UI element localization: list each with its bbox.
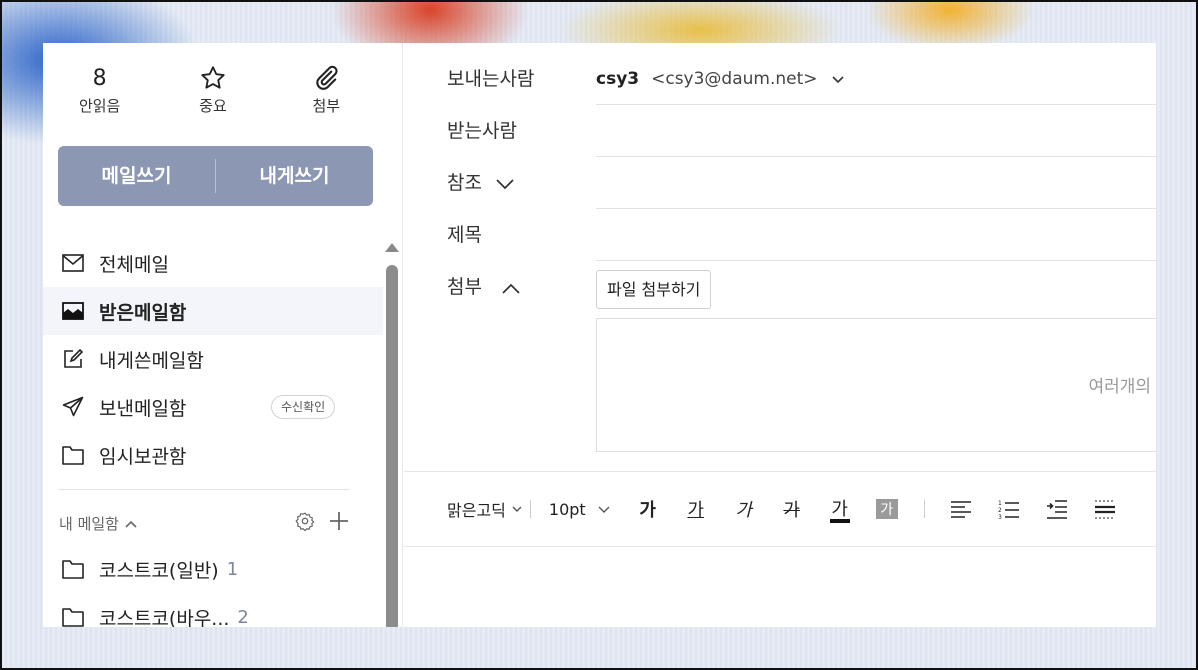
paper-plane-icon — [61, 395, 85, 419]
bold-button[interactable]: 가 — [636, 494, 660, 524]
compose-buttons: 메일쓰기 내게쓰기 — [58, 146, 373, 206]
chevron-down-icon — [496, 158, 514, 210]
cc-label: 참조 — [447, 172, 482, 194]
folder-all-mail[interactable]: 전체메일 — [43, 239, 383, 287]
cc-toggle[interactable]: 참조 — [447, 157, 514, 209]
folder-drafts[interactable]: 임시보관함 — [43, 431, 383, 479]
attach-toggle[interactable]: 첨부 — [447, 261, 520, 313]
sender-row: 보내는사람 csy3 <csy3@daum.net> — [404, 53, 1156, 105]
strikethrough-button[interactable]: 가 — [780, 494, 804, 524]
toolbar-separator — [529, 500, 531, 518]
custom-folder-list: 코스트코(일반) 1 코스트코(바우... 2 — [43, 545, 383, 627]
attachment-drop-zone[interactable]: 여러개의 — [596, 318, 1156, 452]
folder-inbox[interactable]: 받은메일함 — [43, 287, 383, 335]
attachment-filter[interactable]: 첨부 — [281, 63, 371, 123]
folder-count: 1 — [226, 558, 239, 580]
scroll-thumb[interactable] — [386, 265, 398, 627]
folder-label: 코스트코(일반) — [99, 559, 219, 582]
mail-window: 8 안읽음 중요 첨부 메일쓰기 내게쓰기 전체메일 받은메일함 내게쓴메일함 … — [43, 43, 1156, 627]
sender-selector[interactable]: csy3 <csy3@daum.net> — [596, 53, 844, 105]
folder-label: 받은메일함 — [99, 301, 187, 324]
my-mailbox-actions — [295, 511, 349, 535]
to-row: 받는사람 — [404, 105, 1156, 157]
compose-area: 보내는사람 csy3 <csy3@daum.net> 받는사람 참조 제목 첨부 — [404, 43, 1156, 627]
edit-note-icon — [61, 347, 85, 371]
editor-toolbar: 맑은고딕 10pt 가 가 가 가 가 가 123 — [404, 471, 1156, 547]
font-color-glyph: 가 — [831, 499, 848, 520]
chevron-up-icon — [502, 262, 520, 314]
sender-label: 보내는사람 — [447, 68, 535, 90]
sidebar-scrollbar[interactable] — [385, 243, 399, 627]
my-mailbox-title: 내 메일함 — [59, 514, 119, 533]
font-color-button[interactable]: 가 — [828, 494, 852, 524]
align-left-icon[interactable] — [949, 494, 973, 524]
folder-label: 전체메일 — [99, 253, 169, 276]
background-color-button[interactable]: 가 — [875, 499, 898, 519]
folder-label: 코스트코(바우... — [99, 607, 230, 628]
sidebar-divider — [58, 489, 350, 490]
folder-label: 보낸메일함 — [99, 397, 187, 420]
folder-costco-general[interactable]: 코스트코(일반) 1 — [43, 545, 383, 593]
cc-row: 참조 — [404, 157, 1156, 209]
folder-count: 2 — [237, 606, 249, 628]
my-mailbox-header[interactable]: 내 메일함 — [59, 511, 349, 535]
folder-sent[interactable]: 보낸메일함 수신확인 — [43, 383, 383, 431]
unread-filter[interactable]: 8 안읽음 — [55, 63, 145, 123]
italic-button[interactable]: 가 — [732, 494, 756, 524]
to-label: 받는사람 — [447, 120, 517, 142]
numbered-list-icon[interactable]: 123 — [997, 494, 1021, 524]
quick-filters: 8 안읽음 중요 첨부 — [43, 63, 383, 123]
chevron-down-icon — [512, 506, 522, 513]
attach-label: 첨부 — [447, 276, 482, 298]
unread-label: 안읽음 — [78, 97, 121, 115]
svg-text:3: 3 — [998, 514, 1002, 519]
chevron-up-icon — [125, 514, 137, 532]
folder-label: 내게쓴메일함 — [99, 349, 204, 372]
attach-label: 첨부 — [312, 97, 341, 115]
line-spacing-icon[interactable] — [1093, 494, 1117, 524]
sender-name: csy3 — [596, 69, 640, 89]
envelope-icon — [61, 251, 85, 275]
write-to-self-button[interactable]: 내게쓰기 — [216, 146, 373, 206]
svg-text:1: 1 — [998, 500, 1002, 507]
inbox-icon — [61, 299, 85, 323]
plus-icon[interactable] — [329, 511, 349, 535]
scroll-up-arrow-icon[interactable] — [385, 243, 399, 252]
important-filter[interactable]: 중요 — [168, 63, 258, 123]
font-color-swatch — [829, 519, 850, 523]
folder-label: 임시보관함 — [99, 445, 187, 468]
write-mail-button[interactable]: 메일쓰기 — [58, 146, 215, 206]
important-label: 중요 — [199, 97, 227, 115]
folder-icon — [61, 557, 85, 581]
drop-hint: 여러개의 — [1088, 377, 1151, 397]
font-size-select[interactable]: 10pt — [549, 494, 610, 524]
font-family-value: 맑은고딕 — [447, 501, 506, 520]
svg-text:2: 2 — [998, 507, 1002, 514]
subject-row: 제목 — [404, 209, 1156, 261]
sender-address: <csy3@daum.net> — [651, 69, 818, 89]
star-icon — [199, 63, 227, 93]
gear-icon[interactable] — [295, 511, 315, 535]
unread-count: 8 — [92, 65, 107, 91]
attach-file-button[interactable]: 파일 첨부하기 — [596, 270, 712, 309]
read-receipt-button[interactable]: 수신확인 — [271, 395, 336, 419]
folder-icon — [61, 443, 85, 467]
indent-icon[interactable] — [1045, 494, 1069, 524]
paperclip-icon — [312, 63, 340, 93]
sidebar: 8 안읽음 중요 첨부 메일쓰기 내게쓰기 전체메일 받은메일함 내게쓴메일함 … — [43, 43, 403, 627]
subject-label: 제목 — [447, 224, 482, 246]
chevron-down-icon — [598, 506, 610, 513]
chevron-down-icon — [831, 53, 844, 105]
font-size-value: 10pt — [548, 499, 586, 519]
folder-sent-to-self[interactable]: 내게쓴메일함 — [43, 335, 383, 383]
folder-costco-voucher[interactable]: 코스트코(바우... 2 — [43, 593, 383, 627]
toolbar-separator — [923, 500, 925, 518]
font-family-select[interactable]: 맑은고딕 — [447, 494, 522, 524]
underline-button[interactable]: 가 — [684, 494, 708, 524]
folder-list: 전체메일 받은메일함 내게쓴메일함 보낸메일함 수신확인 임시보관함 — [43, 239, 383, 479]
folder-icon — [61, 605, 85, 627]
attach-row: 첨부 — [404, 261, 1156, 313]
